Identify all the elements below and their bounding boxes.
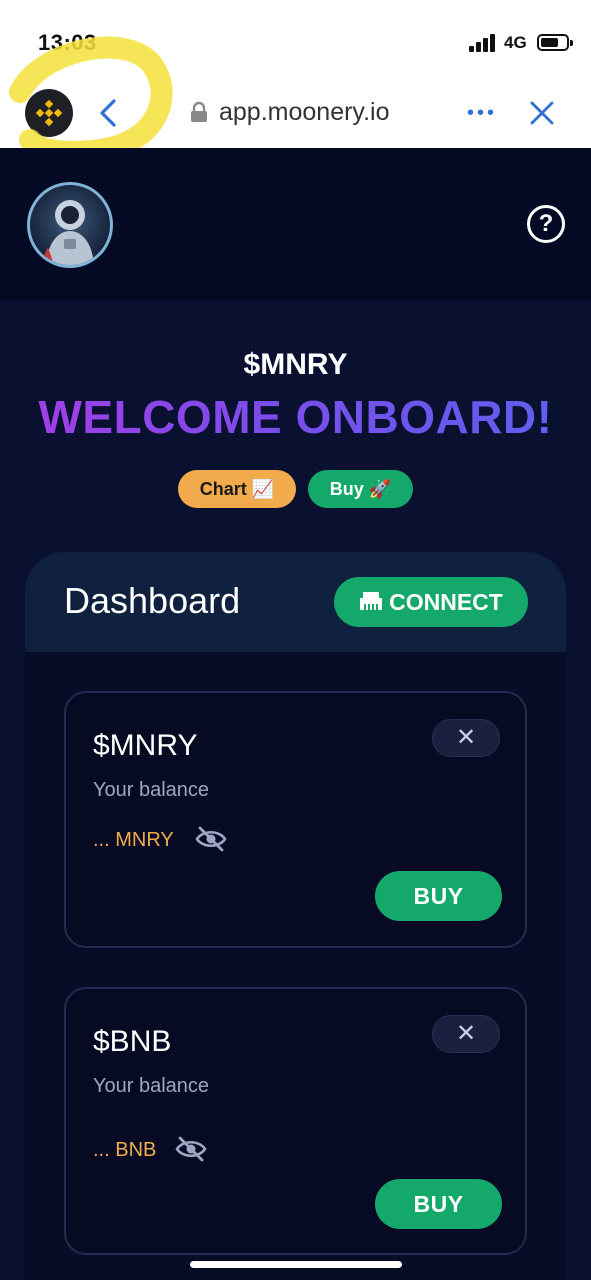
network-port-icon bbox=[359, 579, 383, 629]
dismiss-button[interactable]: ✕ bbox=[432, 1015, 500, 1053]
token-name: $MNRY bbox=[93, 729, 198, 762]
battery-icon bbox=[537, 34, 573, 51]
chart-button[interactable]: Chart 📈 bbox=[178, 470, 296, 508]
token-card-mnry: $MNRY Your balance ... MNRY ✕ BUY bbox=[64, 691, 527, 948]
buy-rocket-button[interactable]: Buy 🚀 bbox=[308, 470, 413, 508]
help-button[interactable]: ? bbox=[527, 205, 565, 243]
token-name: $BNB bbox=[93, 1025, 172, 1058]
dismiss-button[interactable]: ✕ bbox=[432, 719, 500, 757]
dashboard-body: $MNRY Your balance ... MNRY ✕ BUY $BNB Y… bbox=[25, 652, 566, 1280]
url-text[interactable]: app.moonery.io bbox=[219, 98, 389, 127]
app-header: ? bbox=[0, 148, 591, 300]
eye-slash-icon[interactable] bbox=[194, 825, 228, 853]
eye-slash-icon[interactable] bbox=[174, 1135, 208, 1163]
welcome-title: WELCOME ONBOARD! bbox=[0, 390, 591, 444]
status-time: 13:03 bbox=[38, 30, 97, 55]
browser-bar: app.moonery.io ••• bbox=[0, 84, 591, 148]
status-bar: 13:03 4G bbox=[0, 0, 591, 84]
network-type: 4G bbox=[504, 33, 527, 52]
dashboard-title: Dashboard bbox=[64, 580, 241, 621]
token-card-bnb: $BNB Your balance ... BNB ✕ BUY bbox=[64, 987, 527, 1255]
astronaut-avatar[interactable] bbox=[27, 182, 113, 268]
balance-value: ... MNRY bbox=[93, 829, 174, 851]
buy-button[interactable]: BUY bbox=[375, 1179, 502, 1229]
home-indicator[interactable] bbox=[190, 1261, 402, 1268]
connect-button[interactable]: CONNECT bbox=[334, 577, 528, 627]
ticker-heading: $MNRY bbox=[243, 348, 348, 381]
back-chevron-icon[interactable] bbox=[94, 96, 124, 130]
balance-value: ... BNB bbox=[93, 1139, 157, 1161]
balance-label: Your balance bbox=[93, 779, 210, 801]
binance-logo-icon[interactable] bbox=[25, 89, 73, 137]
buy-button[interactable]: BUY bbox=[375, 871, 502, 921]
lock-icon bbox=[191, 101, 207, 122]
dashboard-header: Dashboard CONNECT bbox=[25, 552, 566, 652]
connect-label: CONNECT bbox=[389, 589, 503, 615]
close-icon[interactable] bbox=[527, 98, 557, 128]
balance-label: Your balance bbox=[93, 1075, 210, 1097]
more-options-icon[interactable]: ••• bbox=[467, 103, 497, 123]
signal-icon bbox=[469, 34, 497, 52]
